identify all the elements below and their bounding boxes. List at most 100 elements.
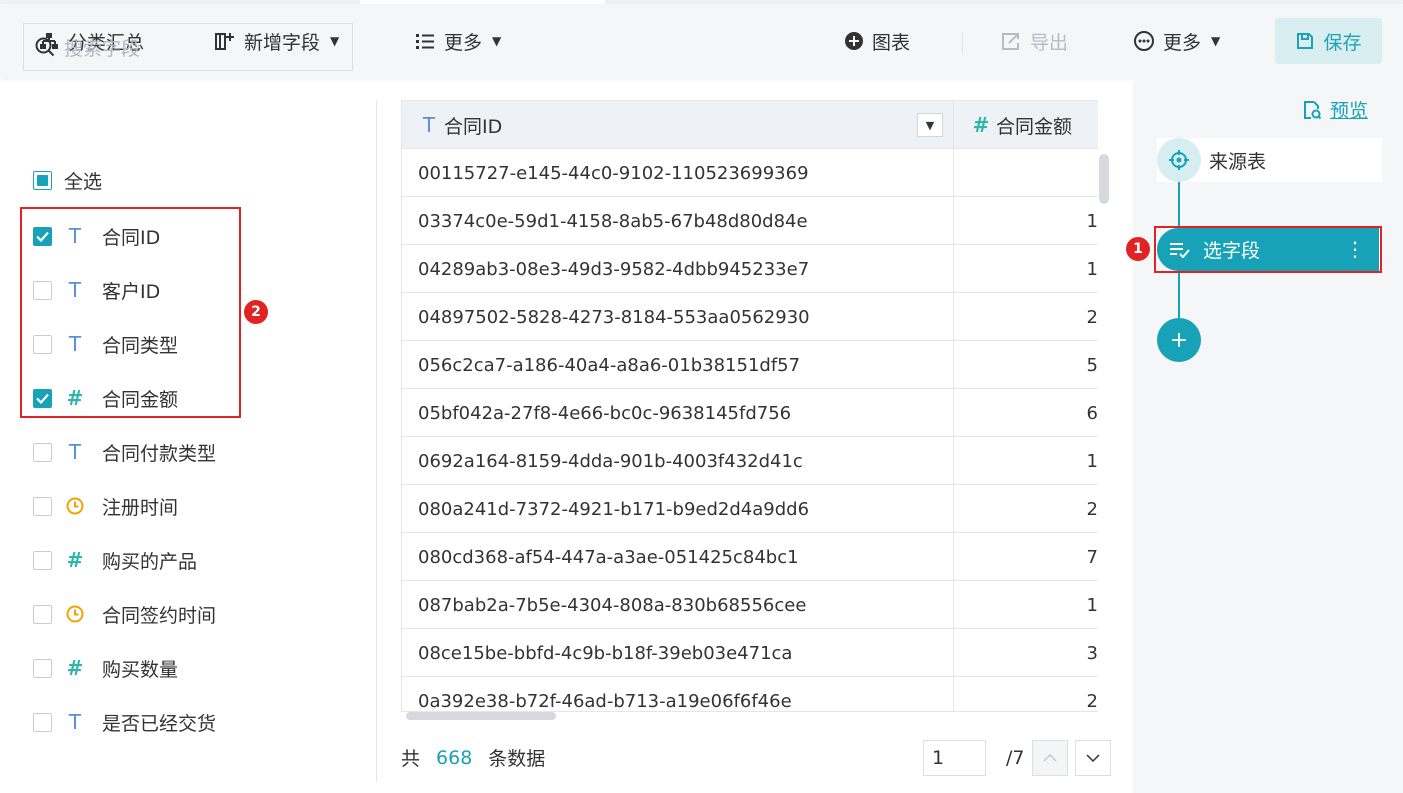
field-item[interactable]: # 购买数量 <box>33 653 178 683</box>
table-row[interactable]: 080a241d-7372-4921-b171-b9ed2d4a9dd6 2 <box>402 485 1098 533</box>
page-number-input[interactable]: 1 <box>923 740 986 776</box>
crosshair-icon <box>1157 138 1201 182</box>
step-badge-1: 1 <box>1126 237 1150 261</box>
cell-contract-amount: 7 <box>1086 546 1098 568</box>
vertical-scrollbar[interactable] <box>1099 154 1109 204</box>
export-label: 导出 <box>1030 31 1069 54</box>
chevron-up-icon <box>1043 753 1057 762</box>
cell-contract-amount <box>953 149 1098 197</box>
table-row[interactable]: 0692a164-8159-4dda-901b-4003f432d41c 1 <box>402 437 1098 485</box>
source-table-node[interactable]: 来源表 <box>1157 138 1382 182</box>
checkbox-icon[interactable] <box>33 604 52 624</box>
select-all-checkbox[interactable]: 全选 <box>33 167 102 194</box>
save-icon <box>1297 33 1314 49</box>
table-header: T 合同ID ▼ # 合同金额 <box>402 101 1098 149</box>
export-icon <box>1002 33 1019 50</box>
table-row[interactable]: 04897502-5828-4273-8184-553aa0562930 2 <box>402 293 1098 341</box>
column-dropdown-button[interactable]: ▼ <box>917 113 943 137</box>
toolbar-divider <box>962 32 963 54</box>
cell-contract-amount: 2 <box>1086 498 1098 520</box>
panel-divider <box>376 100 377 782</box>
field-item[interactable]: 合同签约时间 <box>33 599 216 629</box>
cell-contract-id: 08ce15be-bbfd-4c9b-b18f-39eb03e471ca <box>418 642 793 664</box>
cell-contract-amount: 1 <box>1086 258 1098 280</box>
checkbox-icon[interactable] <box>33 496 52 516</box>
cell-contract-amount: 1 <box>1086 450 1098 472</box>
more-menu-left[interactable]: 更多 ▼ <box>414 4 501 78</box>
table-row[interactable]: 080cd368-af54-447a-a3ae-051425c84bc1 7 <box>402 533 1098 581</box>
page-total: /7 <box>1006 747 1025 769</box>
table-row[interactable]: 087bab2a-7b5e-4304-808a-830b68556cee 1 <box>402 581 1098 629</box>
field-label: 注册时间 <box>102 496 179 519</box>
more-right-label: 更多 <box>1163 31 1202 54</box>
cell-contract-id: 00115727-e145-44c0-9102-110523699369 <box>418 162 809 184</box>
export-button[interactable]: 导出 <box>1000 4 1068 78</box>
count-suffix: 条数据 <box>488 748 546 770</box>
field-search-input[interactable]: 搜索字段 <box>23 23 353 71</box>
cell-contract-amount: 2 <box>1086 306 1098 328</box>
data-table: T 合同ID ▼ # 合同金额 00115727-e145-44c0-9102-… <box>401 100 1098 712</box>
field-item[interactable]: # 购买的产品 <box>33 545 197 575</box>
cell-contract-id: 05bf042a-27f8-4e66-bc0c-9638145fd756 <box>418 402 792 424</box>
preview-label: 预览 <box>1330 100 1369 122</box>
table-row[interactable]: 056c2ca7-a186-40a4-a8a6-01b38151df57 5 <box>402 341 1098 389</box>
column-header-contract-id[interactable]: T 合同ID <box>418 101 502 149</box>
count-value: 668 <box>436 746 473 769</box>
text-type-icon: T <box>68 440 82 464</box>
plus-circle-icon <box>845 32 863 50</box>
column-header-contract-amount[interactable]: # 合同金额 <box>970 101 1072 149</box>
cell-contract-amount: 5 <box>1086 354 1098 376</box>
search-placeholder: 搜索字段 <box>64 37 141 60</box>
field-label: 购买的产品 <box>102 550 198 573</box>
caret-down-icon: ▼ <box>1211 34 1221 48</box>
clock-icon <box>64 497 86 515</box>
checkbox-partial-icon <box>33 171 52 190</box>
more-menu-right[interactable]: 更多 ▼ <box>1133 4 1220 78</box>
number-type-icon: # <box>972 113 990 137</box>
table-row[interactable]: 0a392e38-b72f-46ad-b713-a19e06f6f46e 2 <box>402 677 1098 712</box>
cell-contract-id: 04897502-5828-4273-8184-553aa0562930 <box>418 306 810 328</box>
prev-page-button[interactable] <box>1032 740 1068 776</box>
horizontal-scrollbar[interactable] <box>406 712 556 720</box>
table-row[interactable]: 00115727-e145-44c0-9102-110523699369 <box>402 149 1098 197</box>
count-prefix: 共 <box>401 748 421 770</box>
record-count: 共 668 条数据 <box>401 744 545 771</box>
chart-label: 图表 <box>872 31 911 54</box>
cell-contract-id: 056c2ca7-a186-40a4-a8a6-01b38151df57 <box>418 354 801 376</box>
cell-contract-amount: 2 <box>1086 690 1098 712</box>
flow-connector <box>1178 271 1180 318</box>
column-header-label: 合同ID <box>444 115 503 138</box>
checkbox-icon[interactable] <box>33 550 52 570</box>
source-node-label: 来源表 <box>1209 150 1267 173</box>
checkbox-icon[interactable] <box>33 658 52 678</box>
field-label: 购买数量 <box>102 658 179 681</box>
cell-contract-id: 080cd368-af54-447a-a3ae-051425c84bc1 <box>418 546 799 568</box>
next-page-button[interactable] <box>1075 740 1111 776</box>
checkbox-icon[interactable] <box>33 712 52 732</box>
text-type-icon: T <box>422 113 436 137</box>
field-item[interactable]: T 合同付款类型 <box>33 437 216 467</box>
highlight-box-node <box>1154 226 1382 273</box>
cell-contract-id: 04289ab3-08e3-49d3-9582-4dbb945233e7 <box>418 258 810 280</box>
cell-contract-id: 0a392e38-b72f-46ad-b713-a19e06f6f46e <box>418 690 792 712</box>
save-button[interactable]: 保存 <box>1275 18 1382 64</box>
table-row[interactable]: 05bf042a-27f8-4e66-bc0c-9638145fd756 6 <box>402 389 1098 437</box>
add-step-button[interactable] <box>1157 318 1201 362</box>
cell-contract-id: 0692a164-8159-4dda-901b-4003f432d41c <box>418 450 803 472</box>
field-item[interactable]: 注册时间 <box>33 491 178 521</box>
select-all-label: 全选 <box>64 171 103 193</box>
chart-button[interactable]: 图表 <box>844 4 910 78</box>
field-label: 合同签约时间 <box>102 604 217 627</box>
caret-down-icon: ▼ <box>492 34 502 48</box>
cell-contract-amount: 1 <box>1086 594 1098 616</box>
preview-link[interactable]: 预览 <box>1302 96 1368 123</box>
checkbox-icon[interactable] <box>33 442 52 462</box>
field-label: 是否已经交货 <box>102 712 217 735</box>
save-label: 保存 <box>1323 31 1362 54</box>
highlight-box-fields <box>20 207 241 418</box>
table-row[interactable]: 04289ab3-08e3-49d3-9582-4dbb945233e7 1 <box>402 245 1098 293</box>
cell-contract-id: 080a241d-7372-4921-b171-b9ed2d4a9dd6 <box>418 498 810 520</box>
table-row[interactable]: 03374c0e-59d1-4158-8ab5-67b48d80d84e 1 <box>402 197 1098 245</box>
table-row[interactable]: 08ce15be-bbfd-4c9b-b18f-39eb03e471ca 3 <box>402 629 1098 677</box>
field-item[interactable]: T 是否已经交货 <box>33 707 216 737</box>
